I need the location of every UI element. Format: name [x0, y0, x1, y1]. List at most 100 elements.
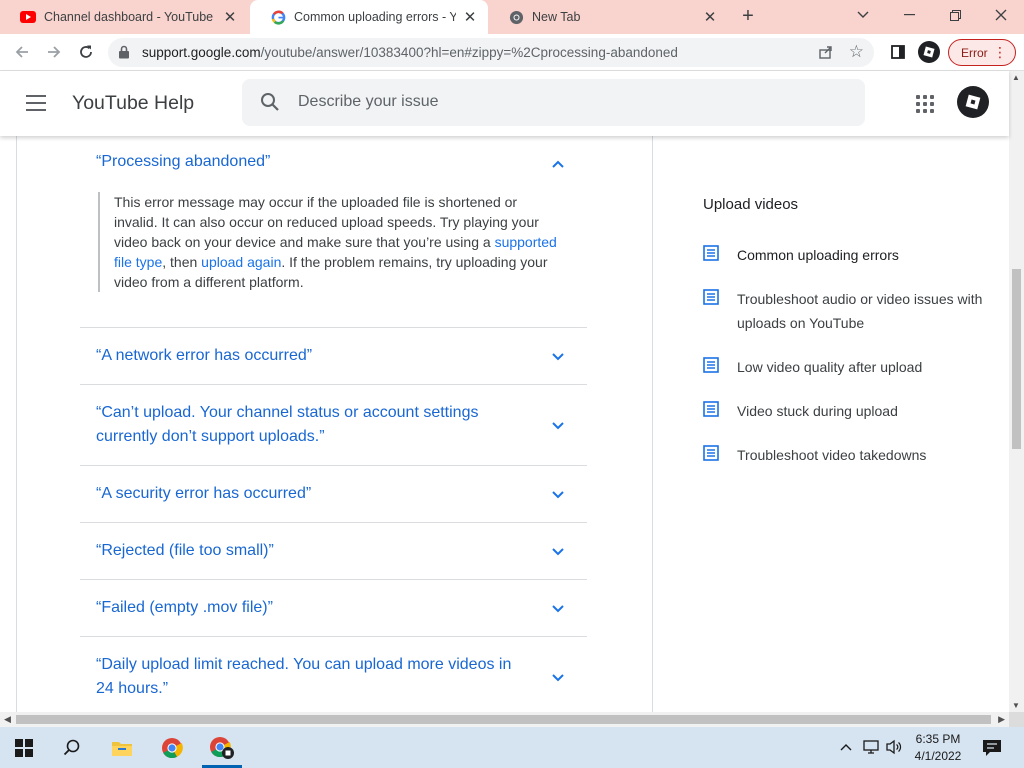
- profile-error-button[interactable]: Error ⋮: [948, 39, 1016, 66]
- tab-title: Channel dashboard - YouTube St: [44, 10, 216, 24]
- body-text-1: This error message may occur if the uplo…: [114, 194, 539, 250]
- accordion-item[interactable]: “Daily upload limit reached. You can upl…: [80, 636, 587, 712]
- tab-title: New Tab: [532, 10, 581, 24]
- article-icon: [703, 445, 719, 461]
- tab-strip: Channel dashboard - YouTube St ✕ Common …: [0, 0, 1024, 34]
- accordion-question[interactable]: “Daily upload limit reached. You can upl…: [96, 653, 526, 701]
- bookmark-star-icon[interactable]: ☆: [849, 42, 864, 62]
- accordion-item[interactable]: “A network error has occurred”: [80, 327, 587, 384]
- account-avatar[interactable]: [957, 86, 989, 118]
- vertical-scrollbar[interactable]: ▲ ▼: [1009, 71, 1024, 712]
- accordion-body: This error message may occur if the uplo…: [98, 192, 558, 292]
- volume-icon[interactable]: [886, 739, 904, 758]
- close-tab-icon[interactable]: ✕: [702, 8, 718, 26]
- clock-date: 4/1/2022: [914, 749, 962, 763]
- sidebar-item-label[interactable]: Troubleshoot audio or video issues with …: [737, 287, 997, 335]
- file-explorer-icon[interactable]: [98, 727, 146, 768]
- profile-avatar[interactable]: [915, 38, 943, 66]
- horizontal-scroll-thumb[interactable]: [16, 715, 991, 724]
- back-icon[interactable]: [8, 38, 36, 66]
- chevron-down-icon[interactable]: [551, 421, 565, 431]
- side-panel-icon[interactable]: [884, 38, 912, 66]
- scroll-right-arrow-icon[interactable]: ▶: [998, 714, 1005, 725]
- article-icon: [703, 245, 719, 261]
- accordion-item[interactable]: “Can’t upload. Your channel status or ac…: [80, 384, 587, 466]
- minimize-icon[interactable]: [886, 0, 932, 30]
- tab-channel-dashboard[interactable]: Channel dashboard - YouTube St ✕: [0, 0, 248, 34]
- notifications-icon[interactable]: [982, 739, 1002, 760]
- chevron-up-icon[interactable]: [551, 159, 565, 169]
- forward-icon[interactable]: [40, 38, 68, 66]
- search-icon[interactable]: [260, 92, 280, 117]
- start-button[interactable]: [0, 727, 48, 768]
- google-apps-icon[interactable]: [916, 95, 934, 113]
- article-icon: [703, 357, 719, 373]
- hamburger-menu-icon[interactable]: [26, 95, 46, 111]
- accordion-question[interactable]: “A network error has occurred”: [96, 344, 526, 368]
- article-icon: [703, 401, 719, 417]
- chrome-icon: [508, 9, 524, 25]
- tab-common-uploading-errors[interactable]: Common uploading errors - You ✕: [250, 0, 488, 34]
- scroll-up-arrow-icon[interactable]: ▲: [1012, 73, 1020, 82]
- article-icon: [703, 289, 719, 305]
- accordion-processing-abandoned-title[interactable]: “Processing abandoned”: [96, 153, 270, 171]
- chrome-taskbar-icon[interactable]: [148, 727, 196, 768]
- column-divider: [652, 136, 653, 712]
- sidebar-item-label[interactable]: Low video quality after upload: [737, 355, 997, 379]
- windows-taskbar: 6:35 PM 4/1/2022: [0, 727, 1024, 768]
- clock-time: 6:35 PM: [915, 732, 961, 746]
- google-g-icon: [270, 9, 286, 25]
- horizontal-scrollbar[interactable]: ◀ ▶: [0, 712, 1009, 727]
- close-tab-icon[interactable]: ✕: [462, 8, 478, 26]
- url-text: support.google.com/youtube/answer/103834…: [142, 45, 678, 60]
- windows-logo-icon: [15, 738, 33, 757]
- upload-again-link[interactable]: upload again: [201, 254, 281, 270]
- accordion-question[interactable]: “Can’t upload. Your channel status or ac…: [96, 401, 526, 449]
- accordion-item[interactable]: “Failed (empty .mov file)”: [80, 579, 587, 636]
- page-content: “Processing abandoned” This error messag…: [0, 136, 1009, 712]
- network-icon[interactable]: [863, 739, 881, 758]
- help-header: YouTube Help Describe your issue: [0, 71, 1009, 136]
- url-path: /youtube/answer/10383400?hl=en#zippy=%2C…: [260, 45, 678, 60]
- help-center-title[interactable]: YouTube Help: [72, 92, 194, 115]
- scrollbar-corner: [1009, 712, 1024, 727]
- show-hidden-icons-chevron-icon[interactable]: [840, 739, 852, 754]
- vertical-scroll-thumb[interactable]: [1012, 269, 1021, 449]
- tab-new-tab[interactable]: New Tab ✕: [488, 0, 728, 34]
- accordion-question[interactable]: “Failed (empty .mov file)”: [96, 596, 526, 620]
- scroll-down-arrow-icon[interactable]: ▼: [1012, 701, 1020, 710]
- chrome-menu-icon[interactable]: ⋮: [993, 44, 1007, 61]
- chevron-down-icon[interactable]: [551, 673, 565, 683]
- sidebar-item-label[interactable]: Troubleshoot video takedowns: [737, 443, 997, 467]
- chevron-down-icon[interactable]: [551, 604, 565, 614]
- taskbar-search-icon[interactable]: [48, 727, 96, 768]
- search-placeholder: Describe your issue: [298, 93, 439, 110]
- accordion-question[interactable]: “Rejected (file too small)”: [96, 539, 526, 563]
- new-tab-plus-icon[interactable]: +: [737, 5, 759, 27]
- sidebar-item-label[interactable]: Common uploading errors: [737, 243, 997, 267]
- reload-icon[interactable]: [72, 38, 100, 66]
- tab-title: Common uploading errors - You: [294, 10, 456, 24]
- share-icon[interactable]: [818, 44, 834, 65]
- accordion-question[interactable]: “A security error has occurred”: [96, 482, 526, 506]
- close-window-icon[interactable]: [978, 0, 1024, 30]
- close-tab-icon[interactable]: ✕: [222, 8, 238, 26]
- chevron-down-icon[interactable]: [551, 547, 565, 557]
- chevron-down-icon[interactable]: [551, 352, 565, 362]
- scroll-left-arrow-icon[interactable]: ◀: [4, 714, 11, 725]
- system-clock[interactable]: 6:35 PM 4/1/2022: [904, 731, 972, 765]
- sidebar-title: Upload videos: [703, 196, 799, 213]
- accordion-item[interactable]: “Rejected (file too small)”: [80, 522, 587, 579]
- address-bar[interactable]: support.google.com/youtube/answer/103834…: [108, 38, 874, 67]
- youtube-icon: [20, 9, 36, 25]
- content-border: [16, 136, 17, 712]
- tab-search-chevron-icon[interactable]: [840, 0, 886, 30]
- help-search-input[interactable]: Describe your issue: [242, 79, 865, 126]
- chrome-profile-taskbar-icon[interactable]: [198, 727, 246, 768]
- lock-icon[interactable]: [118, 45, 130, 64]
- chevron-down-icon[interactable]: [551, 490, 565, 500]
- accordion-item[interactable]: “A security error has occurred”: [80, 465, 587, 522]
- url-host: support.google.com: [142, 45, 261, 60]
- restore-icon[interactable]: [932, 0, 978, 30]
- sidebar-item-label[interactable]: Video stuck during upload: [737, 399, 997, 423]
